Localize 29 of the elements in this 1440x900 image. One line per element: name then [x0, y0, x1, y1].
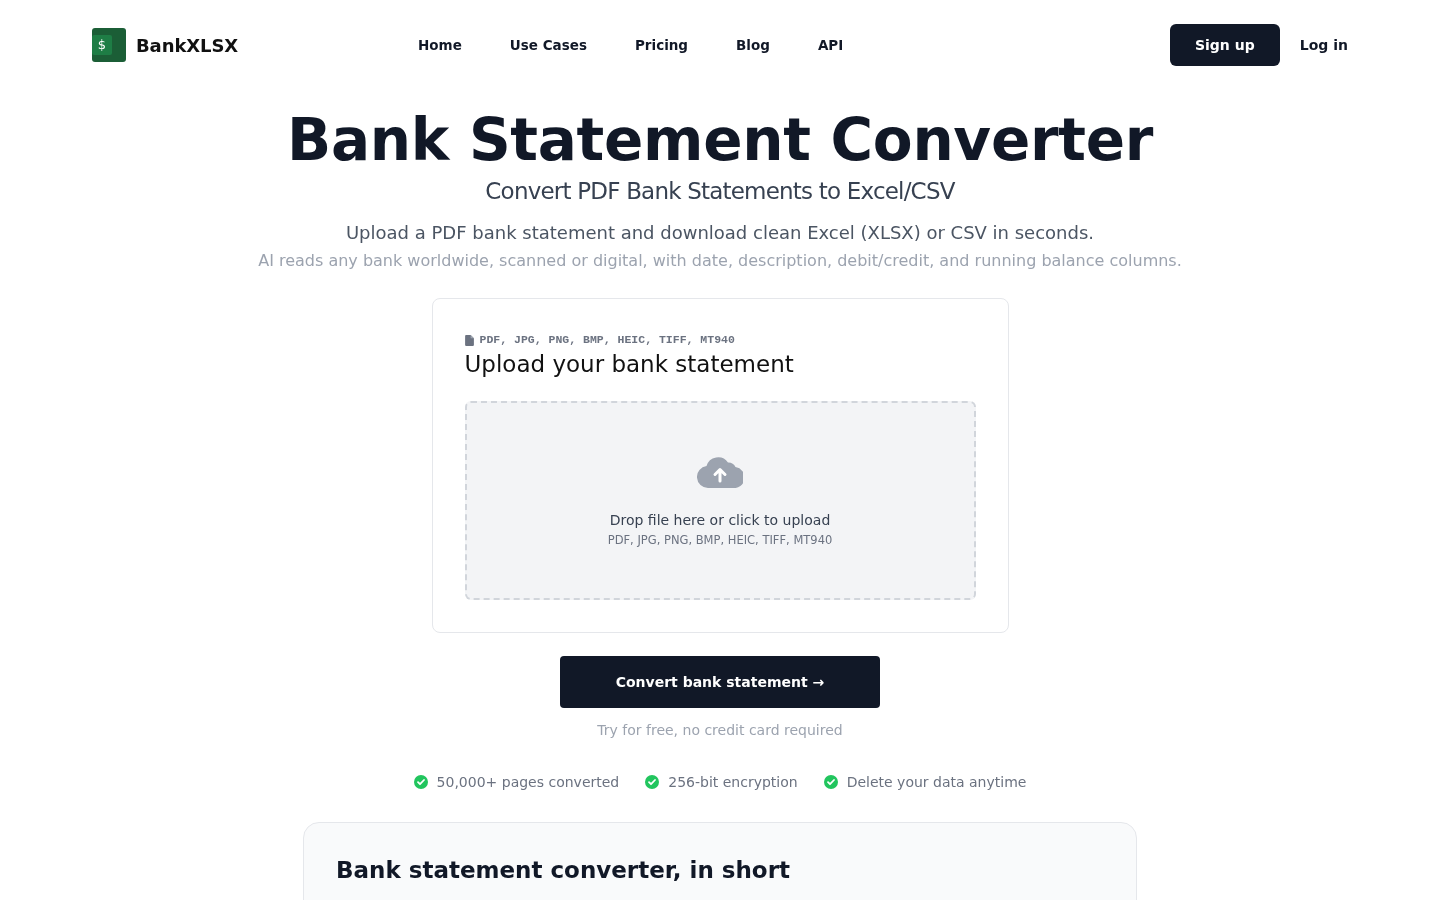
description-note: AI reads any bank worldwide, scanned or digital, with date, description, debit/credit, and running balance columns. [258, 250, 1182, 272]
description: Upload a PDF bank statement and download clean Excel (XLSX) or CSV in seconds. [345, 221, 1095, 245]
dollar-sign: $ [92, 35, 112, 55]
nav-link[interactable]: API [817, 37, 844, 53]
highlight-text: Delete your data anytime [846, 773, 1027, 792]
check-circle-icon [645, 775, 660, 789]
log-in-link[interactable]: Log in [1299, 37, 1348, 53]
check-circle-icon [823, 775, 838, 789]
sign-up-button[interactable]: Sign up [1169, 24, 1280, 66]
cloud-upload-icon [697, 455, 743, 488]
drop-prompt: Drop file here or click to upload [609, 511, 831, 530]
brand-name[interactable]: BankXLSX [136, 34, 239, 56]
formats-label: PDF, JPG, PNG, BMP, HEIC, TIFF, MT940 [479, 333, 735, 347]
subtitle: Convert PDF Bank Statements to Excel/CSV [485, 177, 955, 206]
nav-link[interactable]: Home [418, 37, 462, 53]
nav-link[interactable]: Blog [736, 37, 770, 53]
file-icon [464, 334, 474, 346]
convert-button[interactable]: Convert bank statement → [560, 656, 880, 708]
highlight-text: 50,000+ pages converted [436, 773, 620, 792]
free-trial-note: Try for free, no credit card required [597, 721, 843, 740]
summary-heading: Bank statement converter, in short [336, 856, 791, 885]
page-title: Bank Statement Converter [287, 106, 1153, 174]
nav-link[interactable]: Pricing [634, 37, 689, 53]
highlight-text: 256-bit encryption [668, 773, 798, 792]
supported-formats: PDF, JPG, PNG, BMP, HEIC, TIFF, MT940 [607, 532, 833, 548]
upload-title: Upload your bank statement [464, 350, 795, 379]
check-circle-icon [413, 775, 428, 789]
nav-link[interactable]: Use Cases [509, 37, 587, 53]
file-drop-zone[interactable]: Drop file here or click to upload PDF, JPG, PNG, BMP, HEIC, TIFF, MT940 [464, 401, 976, 600]
